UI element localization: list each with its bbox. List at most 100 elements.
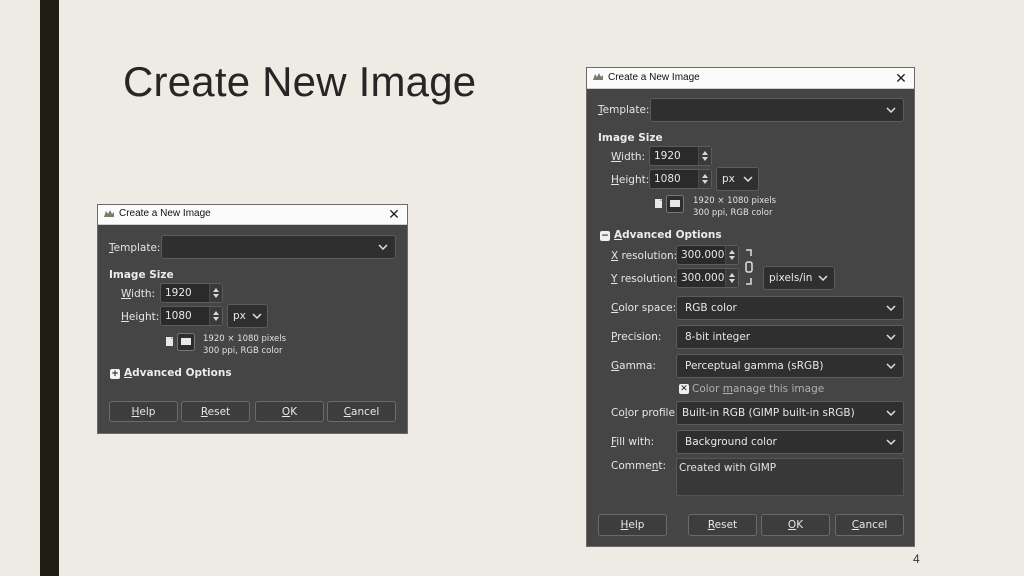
x-resolution-label: X resolution: (611, 250, 678, 262)
width-label: Width: (611, 151, 646, 163)
fill-with-value: Background color (685, 436, 777, 448)
help-button[interactable]: Help (109, 401, 178, 422)
gamma-value: Perceptual gamma (sRGB) (685, 360, 824, 372)
precision-value: 8-bit integer (685, 331, 751, 343)
x-resolution-value: 300.000 (681, 249, 725, 261)
gimp-icon (593, 73, 603, 80)
page-number: 4 (913, 552, 920, 566)
advanced-options-expander[interactable]: Advanced Options (614, 229, 722, 241)
unit-value: px (722, 173, 735, 185)
height-spinner[interactable]: 1080 (160, 306, 223, 326)
template-dropdown[interactable] (161, 235, 396, 259)
expand-icon[interactable]: + (110, 369, 120, 379)
y-resolution-label: Y resolution: (611, 273, 677, 285)
image-size-heading: Image Size (598, 132, 663, 144)
width-value: 1920 (165, 287, 192, 299)
chevron-down-icon (886, 107, 896, 113)
dialog-titlebar: Create a New Image ✕ (98, 205, 407, 225)
dialog-titlebar: Create a New Image ✕ (587, 68, 914, 89)
spin-arrows[interactable] (725, 246, 738, 264)
image-info-resolution: 300 ppi, RGB color (693, 208, 773, 218)
y-resolution-spinner[interactable]: 300.000 (676, 268, 739, 288)
color-space-label: Color space: (611, 302, 677, 314)
color-profile-label: Color profile: (611, 407, 679, 419)
chevron-down-icon (886, 305, 896, 311)
unit-value: px (233, 310, 246, 322)
gimp-icon (104, 210, 114, 217)
unit-dropdown[interactable]: px (716, 167, 759, 191)
fill-with-label: Fill with: (611, 436, 655, 448)
spin-arrows[interactable] (209, 307, 222, 325)
gamma-dropdown[interactable]: Perceptual gamma (sRGB) (676, 354, 904, 378)
color-profile-dropdown[interactable]: Built-in RGB (GIMP built-in sRGB) (676, 401, 904, 425)
resolution-unit-dropdown[interactable]: pixels/in (763, 266, 835, 290)
gamma-label: Gamma: (611, 360, 657, 372)
y-resolution-value: 300.000 (681, 272, 725, 284)
create-image-dialog-compact: Create a New Image ✕ Template: Image Siz… (97, 204, 408, 434)
precision-label: Precision: (611, 331, 662, 343)
template-dropdown[interactable] (650, 98, 904, 122)
spin-arrows[interactable] (209, 284, 222, 302)
spin-arrows[interactable] (725, 269, 738, 287)
fill-with-dropdown[interactable]: Background color (676, 430, 904, 454)
chain-link-icon[interactable] (743, 248, 755, 286)
unit-dropdown[interactable]: px (227, 304, 268, 328)
reset-button[interactable]: Reset (688, 514, 757, 536)
image-info-resolution: 300 ppi, RGB color (203, 346, 283, 356)
height-value: 1080 (654, 173, 681, 185)
advanced-options-expander[interactable]: Advanced Options (124, 367, 232, 379)
height-label: Height: (121, 311, 160, 323)
precision-dropdown[interactable]: 8-bit integer (676, 325, 904, 349)
spin-arrows[interactable] (698, 147, 711, 165)
chevron-down-icon (743, 176, 753, 182)
help-button[interactable]: Help (598, 514, 667, 536)
chevron-down-icon (252, 313, 262, 319)
dialog-title: Create a New Image (119, 208, 211, 219)
cancel-button[interactable]: Cancel (835, 514, 904, 536)
chevron-down-icon (818, 275, 828, 281)
chevron-down-icon (886, 439, 896, 445)
image-info: 1920 × 1080 pixels 300 ppi, RGB color (203, 333, 286, 357)
close-icon[interactable]: ✕ (894, 71, 908, 85)
comment-label: Comment: (611, 460, 666, 472)
x-resolution-spinner[interactable]: 300.000 (676, 245, 739, 265)
height-value: 1080 (165, 310, 192, 322)
collapse-icon[interactable]: − (600, 231, 610, 241)
color-manage-label: Color manage this image (692, 383, 825, 395)
template-label: Template: (109, 242, 161, 254)
color-space-value: RGB color (685, 302, 737, 314)
cancel-button[interactable]: Cancel (327, 401, 396, 422)
comment-value: Created with GIMP (679, 462, 777, 474)
image-info: 1920 × 1080 pixels 300 ppi, RGB color (693, 195, 776, 219)
ok-button[interactable]: OK (255, 401, 324, 422)
spin-arrows[interactable] (698, 170, 711, 188)
width-value: 1920 (654, 150, 681, 162)
comment-textarea[interactable]: Created with GIMP (676, 458, 904, 496)
image-info-dimensions: 1920 × 1080 pixels (203, 334, 287, 344)
height-label: Height: (611, 174, 650, 186)
landscape-icon[interactable] (666, 195, 684, 213)
reset-button[interactable]: Reset (181, 401, 250, 422)
chevron-down-icon (886, 410, 896, 416)
chevron-down-icon (378, 244, 388, 250)
ok-button[interactable]: OK (761, 514, 830, 536)
image-info-dimensions: 1920 × 1080 pixels (693, 196, 777, 206)
width-label: Width: (121, 288, 156, 300)
landscape-icon[interactable] (177, 333, 195, 351)
sidebar-bar (40, 0, 59, 576)
portrait-icon[interactable] (162, 335, 176, 349)
close-icon[interactable]: ✕ (387, 207, 401, 221)
portrait-icon[interactable] (651, 197, 665, 211)
height-spinner[interactable]: 1080 (649, 169, 712, 189)
chevron-down-icon (886, 363, 896, 369)
width-spinner[interactable]: 1920 (649, 146, 712, 166)
slide-title: Create New Image (123, 58, 477, 105)
dialog-title: Create a New Image (608, 72, 700, 83)
resolution-unit-value: pixels/in (769, 272, 813, 284)
color-profile-value: Built-in RGB (GIMP built-in sRGB) (682, 407, 855, 419)
width-spinner[interactable]: 1920 (160, 283, 223, 303)
template-label: Template: (598, 104, 650, 116)
color-manage-checkbox[interactable]: ✕ (679, 384, 689, 394)
create-image-dialog-expanded: Create a New Image ✕ Template: Image Siz… (586, 67, 915, 547)
color-space-dropdown[interactable]: RGB color (676, 296, 904, 320)
